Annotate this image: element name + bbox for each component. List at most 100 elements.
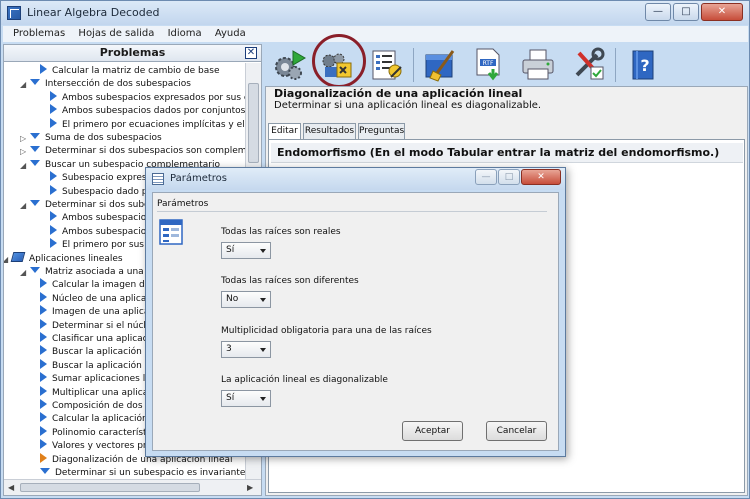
dialog-body: Parámetros Todas las raíces son reales S… [152, 192, 559, 451]
dialog-app-icon [152, 173, 164, 185]
export-rtf-icon[interactable]: RTF [471, 47, 507, 83]
maximize-button[interactable]: □ [673, 3, 699, 21]
tree-item-label: Composición de dos apl [52, 401, 160, 411]
clear-icon[interactable] [423, 47, 459, 83]
panel-close-icon[interactable]: ✕ [245, 47, 257, 59]
tools-settings-icon[interactable] [571, 47, 607, 83]
arrow-down-icon [30, 133, 40, 139]
toolbar-separator [615, 48, 616, 82]
solve-icon[interactable] [271, 47, 307, 83]
tree-item-label: Ambos subespacios expresados por sus ecu [62, 92, 247, 103]
main-window: Linear Algebra Decoded — □ ✕ Problemas H… [0, 0, 750, 499]
arrow-right-icon [40, 385, 47, 396]
tree-expander-icon[interactable]: ◢ [20, 77, 26, 92]
real-roots-select[interactable]: Sí [221, 242, 271, 259]
arrow-down-icon [30, 267, 40, 273]
tree-horizontal-scrollbar[interactable]: ◀ ▶ [4, 479, 261, 495]
arrow-right-icon [50, 90, 57, 101]
tree-expander-icon[interactable]: ◢ [4, 252, 8, 267]
window-title: Linear Algebra Decoded [27, 6, 160, 19]
arrow-down-icon [30, 200, 40, 206]
field-label-different-roots: Todas las raíces son diferentes [221, 276, 359, 286]
arrow-right-icon [40, 305, 47, 316]
arrow-right-icon [40, 64, 47, 74]
arrow-right-icon [40, 318, 47, 329]
tree-item-label: Calcular la aplicación li [52, 414, 156, 425]
parameters-form-icon [159, 219, 183, 245]
arrow-right-icon [50, 184, 57, 195]
dialog-title: Parámetros [170, 173, 227, 184]
tree-item-label: Determinar si dos sube [45, 200, 150, 210]
tree-item-label: Ambos subespacios dados por conjuntos ge [62, 106, 247, 117]
tree-item-label: Valores y vectores pro [52, 441, 152, 452]
arrow-right-icon [40, 412, 47, 423]
different-roots-value: No [226, 294, 239, 304]
arrow-right-icon [50, 238, 57, 249]
accept-button[interactable]: Aceptar [402, 421, 463, 441]
tree-item-label: Matriz asociada a una a [45, 267, 153, 277]
arrow-right-icon [40, 372, 47, 383]
arrow-down-icon [40, 468, 50, 474]
multiplicity-value: 3 [226, 344, 232, 354]
arrow-right-icon [50, 171, 57, 182]
cancel-button[interactable]: Cancelar [486, 421, 547, 441]
minimize-button[interactable]: — [645, 3, 671, 21]
chevron-down-icon [260, 348, 266, 352]
arrow-right-icon [40, 291, 47, 302]
problem-title: Diagonalización de una aplicación lineal [274, 87, 523, 100]
tree-vertical-scroll-thumb[interactable] [248, 83, 259, 163]
edit-list-icon[interactable] [369, 47, 405, 83]
tree-item-label: Suma de dos subespacios [45, 133, 162, 143]
tree-item-label: El primero por ecuaciones implícitas y e… [62, 119, 247, 130]
arrow-right-icon [50, 224, 57, 235]
menu-hojas-de-salida[interactable]: Hojas de salida [78, 26, 154, 42]
arrow-right-orange-icon [40, 452, 47, 463]
tree-item-label: Sumar aplicaciones line [52, 374, 159, 385]
tab-preguntas[interactable]: Preguntas [358, 123, 405, 139]
arrow-right-icon [40, 345, 47, 356]
field-label-multiplicity: Multiplicidad obligatoria para una de la… [221, 326, 432, 336]
problems-panel-header: Problemas ✕ [4, 45, 261, 62]
tree-expander-icon[interactable]: ◢ [20, 265, 26, 280]
dialog-minimize-button: — [475, 169, 497, 185]
tree-item-label: Clasificar una aplicació [52, 334, 156, 344]
tree-expander-icon[interactable]: ◢ [20, 158, 26, 173]
svg-text:?: ? [640, 56, 649, 75]
highlight-circle [312, 34, 366, 88]
scroll-right-icon[interactable]: ▶ [247, 483, 253, 492]
dialog-close-button[interactable]: ✕ [521, 169, 561, 185]
different-roots-select[interactable]: No [221, 291, 271, 308]
chevron-down-icon [260, 249, 266, 253]
diagonalizable-select[interactable]: Sí [221, 390, 271, 407]
print-icon[interactable] [520, 47, 556, 83]
tree-item-label: Subespacio expres [62, 173, 147, 184]
arrow-right-icon [50, 104, 57, 115]
tab-editar[interactable]: Editar [268, 123, 301, 140]
tree-item-label: Calcular la matriz de cambio de base [52, 66, 220, 76]
menu-idioma[interactable]: Idioma [168, 26, 202, 42]
real-roots-value: Sí [226, 245, 235, 255]
help-book-icon[interactable]: ? [627, 47, 663, 83]
field-label-real-roots: Todas las raíces son reales [221, 227, 341, 237]
tree-horizontal-scroll-thumb[interactable] [20, 483, 200, 492]
chevron-down-icon [260, 397, 266, 401]
arrow-right-icon [50, 211, 57, 222]
title-bar: Linear Algebra Decoded — □ ✕ [1, 1, 749, 25]
book-icon [10, 251, 26, 262]
menu-ayuda[interactable]: Ayuda [215, 26, 246, 42]
close-button[interactable]: ✕ [701, 3, 743, 21]
app-icon [7, 6, 21, 20]
scroll-left-icon[interactable]: ◀ [8, 483, 14, 492]
tree-item-label: Núcleo de una aplicació [52, 293, 160, 304]
endomorphism-section-header: Endomorfismo (En el modo Tabular entrar … [271, 143, 743, 163]
menu-problemas[interactable]: Problemas [13, 26, 65, 42]
tree-item-label: Intersección de dos subespacios [45, 79, 191, 90]
tree-item-label: Aplicaciones lineales [29, 253, 123, 264]
arrow-down-icon [30, 159, 40, 166]
multiplicity-select[interactable]: 3 [221, 341, 271, 358]
arrow-down-icon [30, 146, 40, 153]
arrow-right-icon [40, 332, 47, 342]
tree-expander-icon[interactable]: ◢ [20, 198, 26, 213]
tab-resultados[interactable]: Resultados [303, 123, 356, 139]
problem-description: Determinar si una aplicación lineal es d… [274, 100, 542, 111]
